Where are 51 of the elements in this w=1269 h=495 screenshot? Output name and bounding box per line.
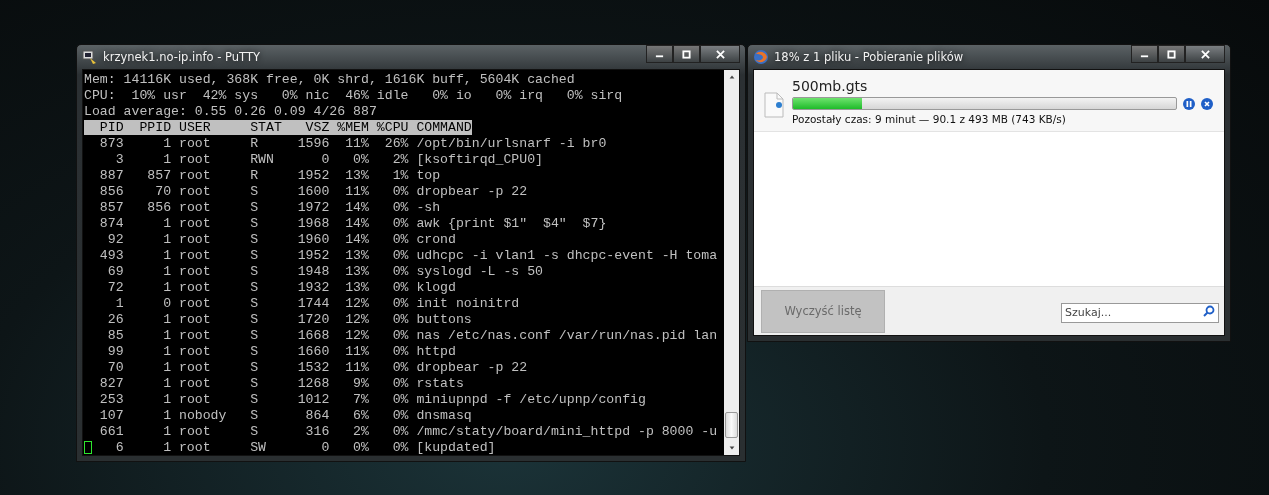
scroll-down-icon[interactable]	[727, 444, 736, 452]
search-icon	[1203, 305, 1215, 317]
search-field[interactable]: Szukaj...	[1061, 302, 1219, 323]
close-icon	[715, 49, 725, 59]
window-title: 18% z 1 pliku - Pobieranie plików	[774, 50, 964, 64]
maximize-button[interactable]	[1158, 45, 1185, 63]
scrollbar-thumb[interactable]	[725, 412, 738, 438]
process-row-text: 3 1 root RWN 0 0% 2% [ksoftirqd_CPU0]	[114, 152, 543, 167]
download-status: Pozostały czas: 9 minut — 90.1 z 493 MB (743 KB/s)	[792, 113, 1067, 125]
process-row-text: 493 1 root S 1952 13% 0% udhcpc -i vlan1 -s dhcpc-event -H toma	[98, 248, 718, 263]
process-row-text: 874 1 root S 1968 14% 0% awk {print $1" $4" $7}	[98, 216, 607, 231]
close-button[interactable]	[700, 45, 740, 63]
process-row-text: 827 1 root S 1268 9% 0% rstats	[98, 376, 464, 391]
process-row-text: 70 1 root S 1532 11% 0% dropbear -p 22	[106, 360, 528, 375]
maximize-icon	[1167, 49, 1176, 59]
scroll-up-icon[interactable]	[727, 73, 736, 81]
process-row-text: 1 0 root S 1744 12% 0% init noinitrd	[114, 296, 520, 311]
process-row-text: 85 1 root S 1668 12% 0% nas /etc/nas.conf /var/run/nas.pid lan	[106, 328, 718, 343]
process-row-text: 887 857 root R 1952 13% 1% top	[98, 168, 441, 183]
process-row-text: 69 1 root S 1948 13% 0% syslogd -L -s 50	[106, 264, 543, 279]
file-icon	[764, 92, 784, 118]
maximize-icon	[682, 49, 691, 59]
terminal-app-icon	[82, 49, 98, 65]
process-row-text: 6 1 root SW 0 0% 0% [kupdated]	[114, 440, 496, 455]
close-icon	[1200, 49, 1210, 59]
process-row-text: 26 1 root S 1720 12% 0% buttons	[106, 312, 472, 327]
terminal-line: Mem: 14116K used, 368K free, 0K shrd, 1616K buff, 5604K cached	[84, 72, 576, 88]
globe-app-icon	[753, 49, 769, 65]
text-cursor	[84, 441, 92, 454]
download-item[interactable]: 500mb.gts Pozostały czas: 9 minut — 90.1 z 493 MB (743 KB/s)	[754, 70, 1224, 132]
scrollbar[interactable]	[724, 70, 739, 455]
pause-icon[interactable]	[1183, 97, 1195, 110]
process-row-text: 856 70 root S 1600 11% 0% dropbear -p 22	[98, 184, 528, 199]
close-button[interactable]	[1185, 45, 1225, 63]
file-name: 500mb.gts	[792, 78, 869, 94]
process-row-text: 873 1 root R 1596 11% 26% /opt/bin/urlsnarf -i br0	[98, 136, 607, 151]
minimize-button[interactable]	[646, 45, 673, 63]
process-row-text: 92 1 root S 1960 14% 0% crond	[106, 232, 456, 247]
terminal-line: CPU: 10% usr 42% sys 0% nic 46% idle 0% io 0% irq 0% sirq	[84, 88, 624, 104]
terminal-line: Load average: 0.55 0.26 0.09 4/26 887	[84, 104, 378, 120]
minimize-button[interactable]	[1131, 45, 1158, 63]
process-row-text: 253 1 root S 1012 7% 0% miniupnpd -f /etc/upnp/config	[98, 392, 646, 407]
cancel-icon[interactable]	[1201, 97, 1213, 110]
process-row-text: 107 1 nobody S 864 6% 0% dnsmasq	[98, 408, 472, 423]
process-row-text: 661 1 root S 316 2% 0% /mmc/staty/board/mini_httpd -p 8000 -u	[98, 424, 718, 439]
process-row-text: 72 1 root S 1932 13% 0% klogd	[106, 280, 456, 295]
window-title: krzynek1.no-ip.info - PuTTY	[103, 50, 260, 64]
maximize-button[interactable]	[673, 45, 700, 63]
process-table-header: PID PPID USER STAT VSZ %MEM %CPU COMMAND	[84, 120, 472, 135]
process-row-text: 857 856 root S 1972 14% 0% -sh	[98, 200, 441, 215]
process-row-text: 99 1 root S 1660 11% 0% httpd	[106, 344, 456, 359]
